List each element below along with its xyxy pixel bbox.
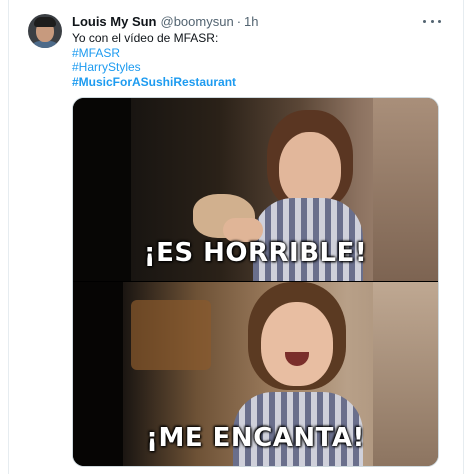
author-name[interactable]: Louis My Sun (72, 14, 157, 29)
avatar-shirt (30, 41, 60, 48)
more-horizontal-icon[interactable] (423, 14, 441, 28)
tweet-text: Yo con el vídeo de MFASR: #MFASR #HarryS… (72, 31, 236, 89)
avatar[interactable] (28, 14, 62, 48)
hashtag-harrystyles[interactable]: #HarryStyles (72, 60, 236, 75)
tweet-header: Louis My Sun @boomysun · 1h (72, 14, 259, 30)
tweet-body: Yo con el vídeo de MFASR: (72, 31, 219, 45)
tweet-frame: Louis My Sun @boomysun · 1h Yo con el ví… (8, 0, 464, 474)
hashtag-musicforasushirestaurant[interactable]: #MusicForASushiRestaurant (72, 75, 236, 90)
tweet-timestamp[interactable]: 1h (244, 14, 258, 29)
meme-caption-top: ¡ES HORRIBLE! (143, 238, 368, 268)
hashtag-mfasr[interactable]: #MFASR (72, 46, 236, 61)
tweet-media[interactable]: ¡ES HORRIBLE! ¡ME ENCANTA! (72, 97, 439, 467)
tweet[interactable]: Louis My Sun @boomysun · 1h Yo con el ví… (9, 0, 463, 474)
author-handle[interactable]: @boomysun (161, 14, 234, 29)
avatar-hair (34, 17, 56, 27)
meme-caption-bottom: ¡ME ENCANTA! (146, 423, 365, 453)
separator-dot: · (236, 14, 242, 29)
